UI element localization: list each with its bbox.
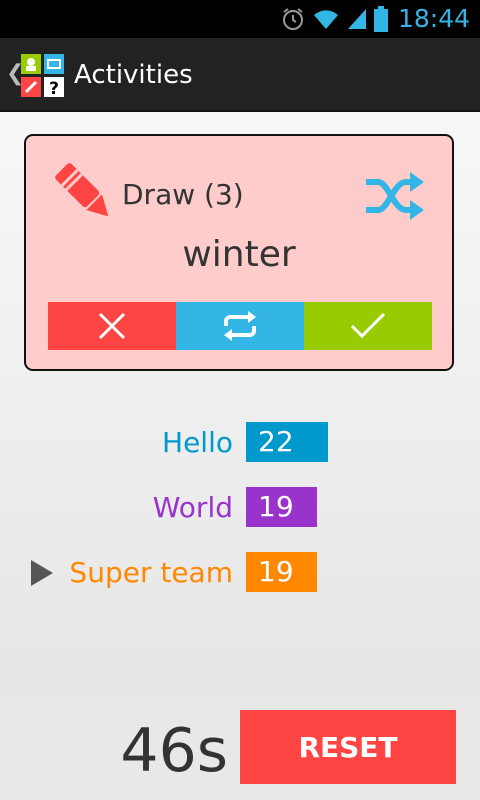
team-name: Super team <box>69 556 233 589</box>
team-name: Hello <box>162 426 233 459</box>
page-title: Activities <box>74 60 193 90</box>
game-content: Draw (3) winter Hello 22 World 19 Super … <box>0 112 480 694</box>
svg-text:?: ? <box>49 79 59 97</box>
status-time: 18:44 <box>397 4 470 33</box>
timer: 46s <box>120 716 228 786</box>
success-button[interactable] <box>304 302 432 350</box>
card-action-buttons <box>48 302 432 350</box>
bottom-bar: 46s RESET <box>0 694 480 800</box>
status-bar: 18:44 <box>0 0 480 38</box>
skip-button[interactable] <box>176 302 304 350</box>
team-row: Hello 22 <box>0 422 480 464</box>
team-row: World 19 <box>0 487 480 529</box>
guess-word: winter <box>182 234 296 275</box>
team-row: Super team 19 <box>0 552 480 594</box>
action-bar: ❮ ? Activities <box>0 38 480 112</box>
team-name: World <box>152 491 233 524</box>
team-score: 19 <box>246 552 317 592</box>
status-icons <box>280 6 388 32</box>
activity-card: Draw (3) winter <box>24 134 454 371</box>
wifi-icon <box>314 10 338 29</box>
check-icon <box>350 312 386 339</box>
team-score: 19 <box>246 487 317 527</box>
close-icon <box>98 312 126 340</box>
shuffle-icon[interactable] <box>362 170 426 222</box>
reset-button[interactable]: RESET <box>240 710 456 784</box>
team-score: 22 <box>246 422 328 462</box>
app-logo-icon[interactable]: ? <box>21 54 64 97</box>
pencil-icon <box>55 163 109 217</box>
repeat-icon <box>224 311 256 341</box>
alarm-icon <box>283 8 303 30</box>
fail-button[interactable] <box>48 302 176 350</box>
activity-label: Draw (3) <box>122 178 244 211</box>
signal-icon <box>348 9 366 29</box>
battery-icon <box>374 6 388 32</box>
play-arrow-icon <box>31 560 53 586</box>
